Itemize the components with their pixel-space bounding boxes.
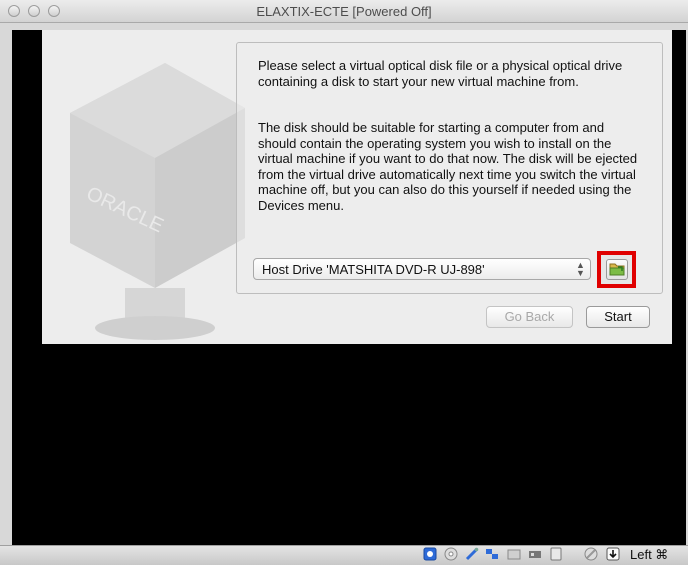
instruction-text: Please select a virtual optical disk fil…	[258, 58, 623, 89]
choose-disk-file-button[interactable]	[606, 259, 628, 280]
display-icon[interactable]	[549, 547, 563, 561]
window-title: ELAXTIX-ECTE [Powered Off]	[256, 4, 432, 19]
host-key-label: Left ⌘	[630, 547, 669, 562]
explanation-text: The disk should be suitable for starting…	[258, 120, 638, 213]
select-arrows-icon: ▲ ▼	[576, 260, 585, 278]
virtualbox-logo: ORACLE	[70, 63, 245, 340]
vm-window: ELAXTIX-ECTE [Powered Off] ORACLE Please…	[0, 0, 688, 565]
title-bar: ELAXTIX-ECTE [Powered Off]	[0, 0, 688, 23]
usb-icon[interactable]	[465, 547, 479, 561]
folder-icon	[609, 263, 625, 276]
go-back-button[interactable]: Go Back	[486, 306, 573, 328]
host-key-icon[interactable]	[606, 547, 620, 561]
start-button[interactable]: Start	[586, 306, 650, 328]
optical-disk-icon[interactable]	[444, 547, 458, 561]
video-capture-icon[interactable]	[528, 547, 542, 561]
optical-disk-select-value: Host Drive 'MATSHITA DVD-R UJ-898'	[262, 262, 485, 277]
hard-disk-icon[interactable]	[423, 547, 437, 561]
network-icon[interactable]	[485, 547, 499, 561]
shared-folder-icon[interactable]	[507, 547, 521, 561]
optical-disk-select[interactable]: Host Drive 'MATSHITA DVD-R UJ-898' ▲ ▼	[253, 258, 591, 280]
mouse-integration-icon[interactable]	[584, 547, 598, 561]
